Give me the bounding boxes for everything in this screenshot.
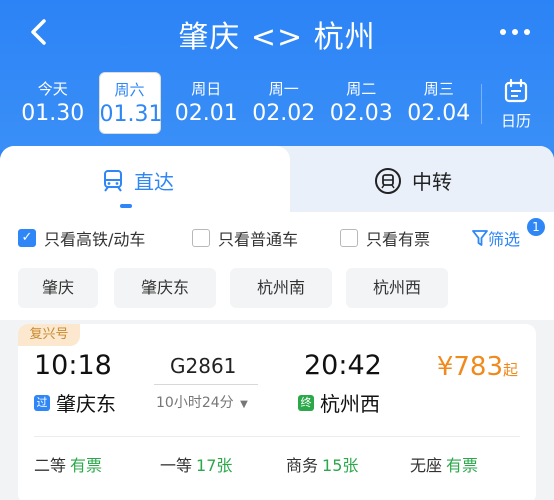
tab-active-indicator bbox=[120, 204, 132, 208]
date-value: 01.30 bbox=[21, 101, 85, 126]
train-number: G2861 bbox=[170, 354, 237, 378]
filter-available-label: 只看有票 bbox=[366, 230, 431, 249]
date-value: 02.04 bbox=[407, 101, 471, 126]
filter-high-speed-label: 只看高铁/动车 bbox=[44, 230, 146, 249]
date-weekday: 周日 bbox=[191, 80, 222, 98]
filter-available[interactable]: 只看有票 bbox=[340, 226, 430, 250]
results-panel: 中转 直达 ✓ 只看高铁/动车 只看普通车 只看有票 筛选 1 肇庆 肇庆东 杭… bbox=[0, 146, 554, 500]
filter-normal-label: 只看普通车 bbox=[218, 230, 299, 249]
seat-divider bbox=[34, 436, 520, 437]
station-filter-row: 肇庆 肇庆东 杭州南 杭州西 bbox=[0, 262, 554, 320]
screen-label: 筛选 bbox=[488, 230, 521, 249]
seat-first-class: 一等 17张 bbox=[160, 452, 232, 476]
date-value: 02.01 bbox=[174, 101, 238, 126]
checkbox-checked-icon: ✓ bbox=[18, 229, 36, 247]
date-today[interactable]: 今天 01.30 bbox=[14, 72, 92, 134]
tab-direct-label-wrap: 直达 bbox=[102, 166, 174, 195]
date-item[interactable]: 周三 02.04 bbox=[400, 72, 478, 134]
date-value: 01.31 bbox=[99, 102, 163, 127]
date-selected[interactable]: 周六 01.31 bbox=[98, 72, 163, 134]
seat-availability: 有票 bbox=[70, 456, 103, 475]
date-weekday: 周三 bbox=[423, 80, 454, 98]
filter-normal[interactable]: 只看普通车 bbox=[192, 226, 298, 250]
tab-bar: 中转 直达 bbox=[0, 146, 554, 212]
tab-transfer[interactable]: 中转 bbox=[270, 146, 554, 212]
seat-no-seat: 无座 有票 bbox=[410, 452, 478, 476]
arrive-time: 20:42 bbox=[304, 350, 382, 381]
seat-second-class: 二等 有票 bbox=[34, 452, 102, 476]
seat-business: 商务 15张 bbox=[286, 452, 358, 476]
date-divider bbox=[481, 84, 482, 124]
page-title: 肇庆 <> 杭州 bbox=[178, 20, 376, 55]
screen-button[interactable]: 筛选 bbox=[472, 226, 520, 250]
price: ¥783起 bbox=[437, 352, 518, 382]
terminal-marker: 终 bbox=[298, 394, 314, 411]
checkbox-icon bbox=[340, 229, 358, 247]
price-suffix: 起 bbox=[502, 361, 518, 379]
arrive-station: 终 杭州西 bbox=[298, 388, 380, 417]
seat-availability: 17张 bbox=[196, 456, 233, 475]
date-item[interactable]: 周日 02.01 bbox=[168, 72, 246, 134]
date-value: 02.02 bbox=[252, 101, 316, 126]
price-value: ¥783 bbox=[436, 352, 503, 382]
seat-availability: 15张 bbox=[322, 456, 359, 475]
date-value: 02.03 bbox=[329, 101, 393, 126]
seat-availability: 有票 bbox=[446, 456, 479, 475]
date-item[interactable]: 周一 02.02 bbox=[245, 72, 323, 134]
depart-time: 10:18 bbox=[34, 350, 112, 381]
caret-down-icon: ▼ bbox=[240, 399, 248, 410]
calendar-icon bbox=[504, 78, 528, 103]
more-dots-icon[interactable] bbox=[498, 22, 532, 42]
station-chip[interactable]: 杭州南 bbox=[230, 268, 332, 308]
calendar-label: 日历 bbox=[500, 112, 531, 130]
filter-icon bbox=[472, 230, 488, 246]
filter-bar: ✓ 只看高铁/动车 只看普通车 只看有票 筛选 bbox=[0, 212, 554, 262]
transfer-icon bbox=[375, 167, 401, 194]
station-chip[interactable]: 肇庆 bbox=[18, 268, 98, 308]
pass-marker: 过 bbox=[34, 394, 50, 411]
date-selector: 今天 01.30 周六 01.31 周日 02.01 周一 02.02 周二 0… bbox=[14, 72, 478, 134]
date-weekday: 周二 bbox=[346, 80, 377, 98]
header-bar: 肇庆 <> 杭州 今天 01.30 周六 01.31 周日 02.01 周一 0… bbox=[0, 0, 554, 150]
date-weekday: 周六 bbox=[114, 81, 145, 99]
checkbox-icon bbox=[192, 229, 210, 247]
calendar-button[interactable]: 日历 bbox=[496, 78, 536, 131]
duration-text: 10小时24分 bbox=[156, 395, 234, 411]
tab-direct[interactable]: 直达 bbox=[0, 146, 290, 212]
train-icon bbox=[104, 169, 122, 192]
tab-direct-label: 直达 bbox=[134, 170, 174, 194]
filter-count-badge: 1 bbox=[527, 218, 545, 236]
date-weekday: 周一 bbox=[268, 80, 299, 98]
seat-class: 一等 bbox=[160, 456, 193, 475]
depart-station-name: 肇庆东 bbox=[56, 392, 116, 416]
tab-transfer-label: 中转 bbox=[412, 170, 452, 194]
train-type-tag: 复兴号 bbox=[18, 324, 80, 346]
station-chip[interactable]: 肇庆东 bbox=[114, 268, 216, 308]
duration[interactable]: 10小时24分 ▼ bbox=[156, 392, 248, 412]
filter-high-speed[interactable]: ✓ 只看高铁/动车 bbox=[18, 226, 145, 250]
seat-class: 无座 bbox=[410, 456, 443, 475]
seat-class: 商务 bbox=[286, 456, 319, 475]
date-item[interactable]: 周二 02.03 bbox=[323, 72, 401, 134]
depart-station: 过 肇庆东 bbox=[34, 388, 116, 417]
route-line bbox=[154, 384, 258, 385]
seat-class: 二等 bbox=[34, 456, 67, 475]
train-card[interactable]: 复兴号 10:18 G2861 10小时24分 ▼ 20:42 ¥783起 过 … bbox=[18, 324, 536, 500]
tab-transfer-label-wrap: 中转 bbox=[374, 166, 452, 195]
station-chip[interactable]: 杭州西 bbox=[346, 268, 448, 308]
date-weekday: 今天 bbox=[37, 80, 68, 98]
arrive-station-name: 杭州西 bbox=[320, 392, 380, 416]
